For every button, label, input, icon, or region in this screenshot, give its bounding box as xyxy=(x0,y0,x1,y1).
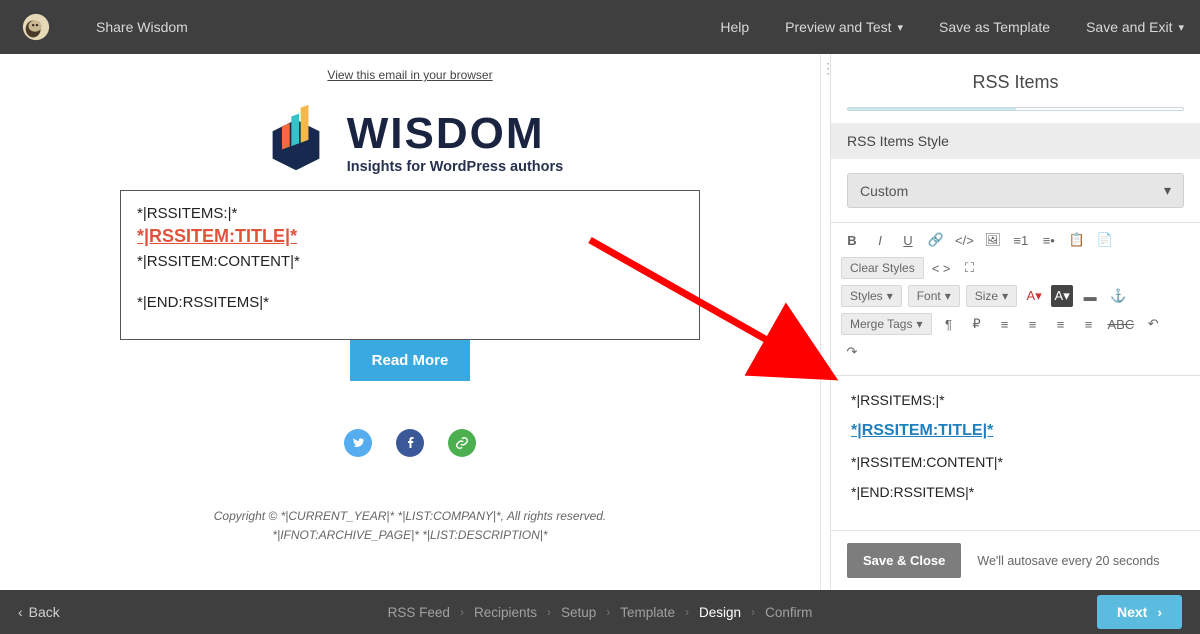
copy-button[interactable]: 📋 xyxy=(1066,229,1088,251)
font-dropdown[interactable]: Font ▾ xyxy=(908,285,960,307)
step-separator: › xyxy=(460,605,464,619)
size-dropdown[interactable]: Size ▾ xyxy=(966,285,1017,307)
save-close-button[interactable]: Save & Close xyxy=(847,543,961,578)
mailchimp-logo[interactable] xyxy=(16,7,56,47)
back-button[interactable]: ‹ Back xyxy=(18,604,60,620)
main: View this email in your browser WISDOM I… xyxy=(0,54,1200,590)
brand-block[interactable]: WISDOM Insights for WordPress authors xyxy=(120,104,700,182)
brand-title: WISDOM xyxy=(347,112,563,156)
editor-rss-title[interactable]: *|RSSITEM:TITLE|* xyxy=(851,422,1180,440)
align-justify-button[interactable]: ≡ xyxy=(1078,313,1100,335)
step-design[interactable]: Design xyxy=(699,605,741,620)
bullet-list-button[interactable]: ≡• xyxy=(1038,229,1060,251)
topbar-actions: Help Preview and Test▾ Save as Template … xyxy=(720,19,1184,35)
step-confirm[interactable]: Confirm xyxy=(765,605,812,620)
tab-row: Content Style xyxy=(847,107,1184,111)
source-code-button[interactable]: < > xyxy=(930,257,953,279)
editor-rss-content: *|RSSITEM:CONTENT|* xyxy=(851,454,1180,470)
align-center-button[interactable]: ≡ xyxy=(1022,313,1044,335)
paste-button[interactable]: 📄 xyxy=(1094,229,1116,251)
fullscreen-button[interactable]: ⛶ xyxy=(958,257,980,279)
save-exit-menu[interactable]: Save and Exit▾ xyxy=(1086,19,1184,35)
view-in-browser-link[interactable]: View this email in your browser xyxy=(120,68,700,82)
undo-button[interactable]: ↶ xyxy=(1142,313,1164,335)
brand-logo-icon xyxy=(257,104,335,182)
link-button[interactable]: 🔗 xyxy=(925,229,947,251)
wizard-steps: RSS Feed › Recipients › Setup › Template › Desig… xyxy=(388,605,813,620)
save-template-button[interactable]: Save as Template xyxy=(939,19,1050,35)
editor-sidebar: RSS Items Content Style RSS Items Style … xyxy=(830,54,1200,590)
chevron-down-icon: ▾ xyxy=(1178,21,1184,34)
rss-end-tag: *|END:RSSITEMS|* xyxy=(137,294,683,311)
step-separator: › xyxy=(547,605,551,619)
step-template[interactable]: Template xyxy=(620,605,675,620)
step-recipients[interactable]: Recipients xyxy=(474,605,537,620)
step-separator: › xyxy=(606,605,610,619)
email-footer: Copyright © *|CURRENT_YEAR|* *|LIST:COMP… xyxy=(120,507,700,545)
italic-button[interactable]: I xyxy=(869,229,891,251)
footer-line-2: *|IFNOT:ARCHIVE_PAGE|* *|LIST:DESCRIPTIO… xyxy=(120,526,700,545)
bottombar: ‹ Back RSS Feed › Recipients › Setup › Templat… xyxy=(0,590,1200,634)
help-link[interactable]: Help xyxy=(720,19,749,35)
pane-resize-handle[interactable] xyxy=(820,54,830,590)
next-button[interactable]: Next › xyxy=(1097,595,1182,629)
chevron-down-icon: ▾ xyxy=(1164,182,1171,199)
align-left-button[interactable]: ≡ xyxy=(994,313,1016,335)
autosave-note: We'll autosave every 20 seconds xyxy=(977,554,1159,568)
step-separator: › xyxy=(685,605,689,619)
text-color-button[interactable]: A▾ xyxy=(1023,285,1045,307)
footer-line-1: Copyright © *|CURRENT_YEAR|* *|LIST:COMP… xyxy=(120,507,700,526)
email-preview-canvas[interactable]: View this email in your browser WISDOM I… xyxy=(0,54,820,590)
link-icon[interactable] xyxy=(448,429,476,457)
step-setup[interactable]: Setup xyxy=(561,605,596,620)
image-button[interactable]: 🖼 xyxy=(982,229,1004,251)
merge-tags-dropdown[interactable]: Merge Tags ▾ xyxy=(841,313,932,335)
rss-item-title[interactable]: *|RSSITEM:TITLE|* xyxy=(137,226,683,247)
social-row xyxy=(120,429,700,457)
editor-rss-end: *|END:RSSITEMS|* xyxy=(851,484,1180,500)
chevron-right-icon: › xyxy=(1157,604,1162,620)
tab-content[interactable]: Content xyxy=(848,108,1016,111)
sidebar-footer: Save & Close We'll autosave every 20 sec… xyxy=(831,530,1200,590)
sidebar-title: RSS Items xyxy=(831,54,1200,107)
rtl-button[interactable]: ₽ xyxy=(966,313,988,335)
rich-text-toolbar: B I U 🔗 </> 🖼 ≡1 ≡• 📋 📄 Clear Styles < >… xyxy=(831,222,1200,376)
bold-button[interactable]: B xyxy=(841,229,863,251)
code-button[interactable]: </> xyxy=(953,229,976,251)
numbered-list-button[interactable]: ≡1 xyxy=(1010,229,1032,251)
campaign-name[interactable]: Share Wisdom xyxy=(96,19,188,35)
rss-style-select[interactable]: Custom ▾ xyxy=(847,173,1184,208)
align-right-button[interactable]: ≡ xyxy=(1050,313,1072,335)
rss-items-block-selected[interactable]: *|RSSITEMS:|* *|RSSITEM:TITLE|* *|RSSITE… xyxy=(120,190,700,340)
topbar: Share Wisdom Help Preview and Test▾ Save… xyxy=(0,0,1200,54)
anchor-button[interactable]: ⚓ xyxy=(1107,285,1129,307)
chevron-left-icon: ‹ xyxy=(18,604,23,620)
step-rss-feed[interactable]: RSS Feed xyxy=(388,605,450,620)
underline-button[interactable]: U xyxy=(897,229,919,251)
tab-style[interactable]: Style xyxy=(1016,108,1184,111)
preview-test-menu[interactable]: Preview and Test▾ xyxy=(785,19,903,35)
strikethrough-button[interactable]: ABC xyxy=(1106,313,1137,335)
editor-rss-open: *|RSSITEMS:|* xyxy=(851,392,1180,408)
email-body: View this email in your browser WISDOM I… xyxy=(120,68,700,545)
redo-button[interactable]: ↷ xyxy=(841,341,863,363)
chevron-down-icon: ▾ xyxy=(898,21,904,34)
rss-items-style-header: RSS Items Style xyxy=(831,123,1200,159)
styles-dropdown[interactable]: Styles ▾ xyxy=(841,285,902,307)
ltr-button[interactable]: ¶ xyxy=(938,313,960,335)
read-more-button[interactable]: Read More xyxy=(350,340,471,381)
highlight-color-button[interactable]: A▾ xyxy=(1051,285,1073,307)
clear-styles-button[interactable]: Clear Styles xyxy=(841,257,924,279)
rss-open-tag: *|RSSITEMS:|* xyxy=(137,205,683,222)
brand-subtitle: Insights for WordPress authors xyxy=(347,159,563,175)
rss-item-content: *|RSSITEM:CONTENT|* xyxy=(137,253,683,270)
twitter-icon[interactable] xyxy=(344,429,372,457)
hr-button[interactable]: ▬ xyxy=(1079,285,1101,307)
rich-text-editor[interactable]: *|RSSITEMS:|* *|RSSITEM:TITLE|* *|RSSITE… xyxy=(831,376,1200,530)
select-value: Custom xyxy=(860,183,908,199)
facebook-icon[interactable] xyxy=(396,429,424,457)
step-separator: › xyxy=(751,605,755,619)
